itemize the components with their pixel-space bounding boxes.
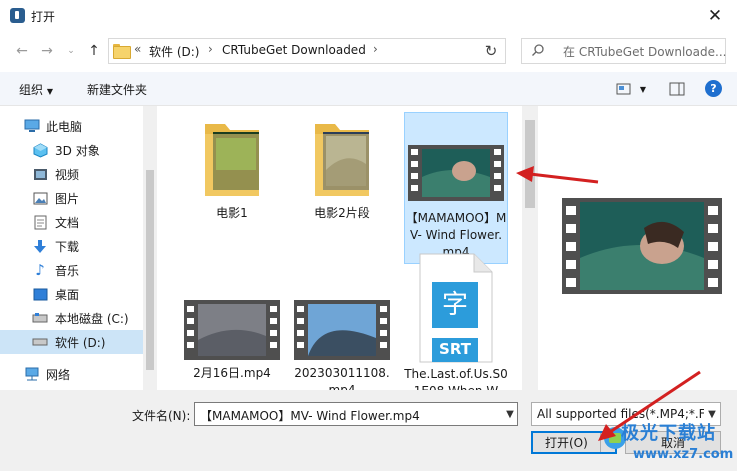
app-icon: [10, 8, 25, 23]
sidebar-item-label: 此电脑: [46, 119, 83, 134]
recent-locations-icon[interactable]: ⌄: [60, 41, 82, 61]
srt-file-icon: 字 SRT: [418, 252, 494, 364]
view-mode-icon[interactable]: [615, 80, 633, 98]
sidebar-scroll-thumb[interactable]: [146, 170, 154, 370]
sidebar-item-drive-c[interactable]: 本地磁盘 (C:): [0, 306, 143, 330]
drive-icon: [32, 335, 48, 349]
file-item-video[interactable]: 【MAMAMOO】MV- Wind Flower.mp4: [404, 112, 508, 264]
back-icon[interactable]: ←: [11, 41, 33, 61]
file-name: 202303011108.mp4: [294, 366, 390, 390]
sidebar-item-label: 下载: [55, 239, 80, 254]
sidebar-item-label: 软件 (D:): [55, 335, 106, 350]
sidebar-item-network[interactable]: 网络: [0, 362, 143, 386]
sidebar-item-downloads[interactable]: 下载: [0, 234, 143, 258]
document-icon: [32, 215, 48, 229]
preview-pane: [540, 106, 737, 390]
video-thumbnail-icon: [408, 145, 504, 201]
sidebar-item-music[interactable]: ♪ 音乐: [0, 258, 143, 282]
view-dropdown-icon[interactable]: ▼: [637, 80, 649, 98]
window-title: 打开: [31, 10, 56, 24]
file-item-video[interactable]: 2月16日.mp4: [180, 296, 284, 386]
file-list: 电影1 电影2片段 【MAMAMOO】MV- Wind Flower.mp4 2…: [158, 106, 538, 390]
sidebar-item-label: 桌面: [55, 287, 80, 302]
chevron-down-icon[interactable]: ▼: [503, 403, 517, 425]
sidebar-item-label: 视频: [55, 167, 80, 182]
file-item-subtitle[interactable]: 字 SRT The.Last.of.Us.S01E08.When.W: [404, 252, 508, 390]
folder-icon: [113, 44, 131, 59]
breadcrumb-separator-icon[interactable]: ›: [208, 42, 213, 56]
organize-button[interactable]: 组织 ▼: [19, 81, 53, 98]
forward-icon[interactable]: →: [36, 41, 58, 61]
sidebar-item-label: 图片: [55, 191, 80, 206]
download-icon: [32, 239, 48, 253]
desktop-icon: [32, 287, 48, 301]
preview-pane-icon[interactable]: [668, 80, 686, 98]
search-input[interactable]: 在 CRTubeGet Downloade...: [563, 43, 726, 60]
cube-icon: [32, 142, 48, 158]
watermark-title: 极光下载站: [621, 423, 716, 444]
file-item-video[interactable]: 202303011108.mp4: [290, 296, 394, 390]
file-name: 电影2片段: [314, 206, 370, 220]
chevron-down-icon: ▼: [46, 87, 53, 96]
breadcrumb-folder[interactable]: CRTubeGet Downloaded: [222, 43, 366, 57]
toolbar: 组织 ▼ 新建文件夹 ▼: [0, 72, 737, 106]
file-list-scroll-thumb[interactable]: [525, 120, 535, 208]
sidebar-item-label: 音乐: [55, 263, 80, 278]
sidebar-item-label: 网络: [46, 367, 71, 382]
close-button[interactable]: ✕: [693, 0, 737, 32]
navigation-bar: ← → ⌄ ↑ « 软件 (D:) › CRTubeGet Downloaded…: [0, 32, 737, 70]
title-bar: 打开 ✕: [0, 0, 737, 32]
search-box[interactable]: 在 CRTubeGet Downloade...: [521, 38, 726, 64]
help-icon[interactable]: ?: [705, 80, 722, 97]
sidebar-item-3d-objects[interactable]: 3D 对象: [0, 138, 143, 162]
organize-label: 组织: [19, 83, 44, 97]
file-name: 电影1: [216, 206, 248, 220]
address-bar[interactable]: « 软件 (D:) › CRTubeGet Downloaded ›: [108, 38, 584, 64]
sidebar-item-pictures[interactable]: 图片: [0, 186, 143, 210]
breadcrumb-separator-icon[interactable]: ›: [373, 42, 378, 56]
computer-icon: [24, 119, 40, 133]
sidebar-item-this-pc[interactable]: 此电脑: [0, 114, 143, 138]
sidebar-item-label: 本地磁盘 (C:): [55, 311, 129, 326]
srt-glyph: 字: [441, 290, 468, 320]
open-button-label: 打开(O): [545, 436, 588, 450]
file-item-folder[interactable]: 电影2片段: [290, 114, 394, 234]
watermark-url: www.xz7.com: [633, 447, 734, 462]
music-icon: ♪: [35, 261, 45, 279]
navigation-pane: 此电脑 3D 对象 视频 图片 文档 下载 ♪ 音乐 桌面 本地磁盘 (C:) …: [0, 106, 158, 390]
folder-icon: [205, 124, 259, 196]
srt-label: SRT: [439, 340, 471, 358]
up-icon[interactable]: ↑: [83, 41, 105, 61]
sidebar-item-documents[interactable]: 文档: [0, 210, 143, 234]
folder-icon: [315, 124, 369, 196]
breadcrumb-overflow[interactable]: «: [134, 42, 141, 56]
file-name: The.Last.of.Us.S01E08.When.W: [404, 367, 508, 390]
network-icon: [24, 367, 40, 381]
sidebar-item-label: 文档: [55, 215, 80, 230]
file-name: 2月16日.mp4: [193, 366, 271, 380]
sidebar-item-drive-d[interactable]: 软件 (D:): [0, 330, 143, 354]
filename-input[interactable]: 【MAMAMOO】MV- Wind Flower.mp4: [194, 402, 518, 426]
new-folder-button[interactable]: 新建文件夹: [87, 81, 147, 98]
video-icon: [32, 167, 48, 181]
picture-icon: [32, 191, 48, 205]
sidebar-item-videos[interactable]: 视频: [0, 162, 143, 186]
sidebar-item-label: 3D 对象: [55, 143, 100, 158]
drive-icon: [32, 311, 48, 325]
file-item-folder[interactable]: 电影1: [180, 114, 284, 234]
sidebar-item-desktop[interactable]: 桌面: [0, 282, 143, 306]
video-thumbnail-icon: [294, 300, 390, 360]
video-thumbnail-icon: [184, 300, 280, 360]
search-icon: [532, 44, 544, 56]
video-preview-icon: [562, 198, 722, 294]
breadcrumb-drive[interactable]: 软件 (D:): [149, 43, 199, 60]
refresh-icon[interactable]: ↻: [480, 41, 502, 61]
filename-label: 文件名(N):: [132, 409, 191, 423]
